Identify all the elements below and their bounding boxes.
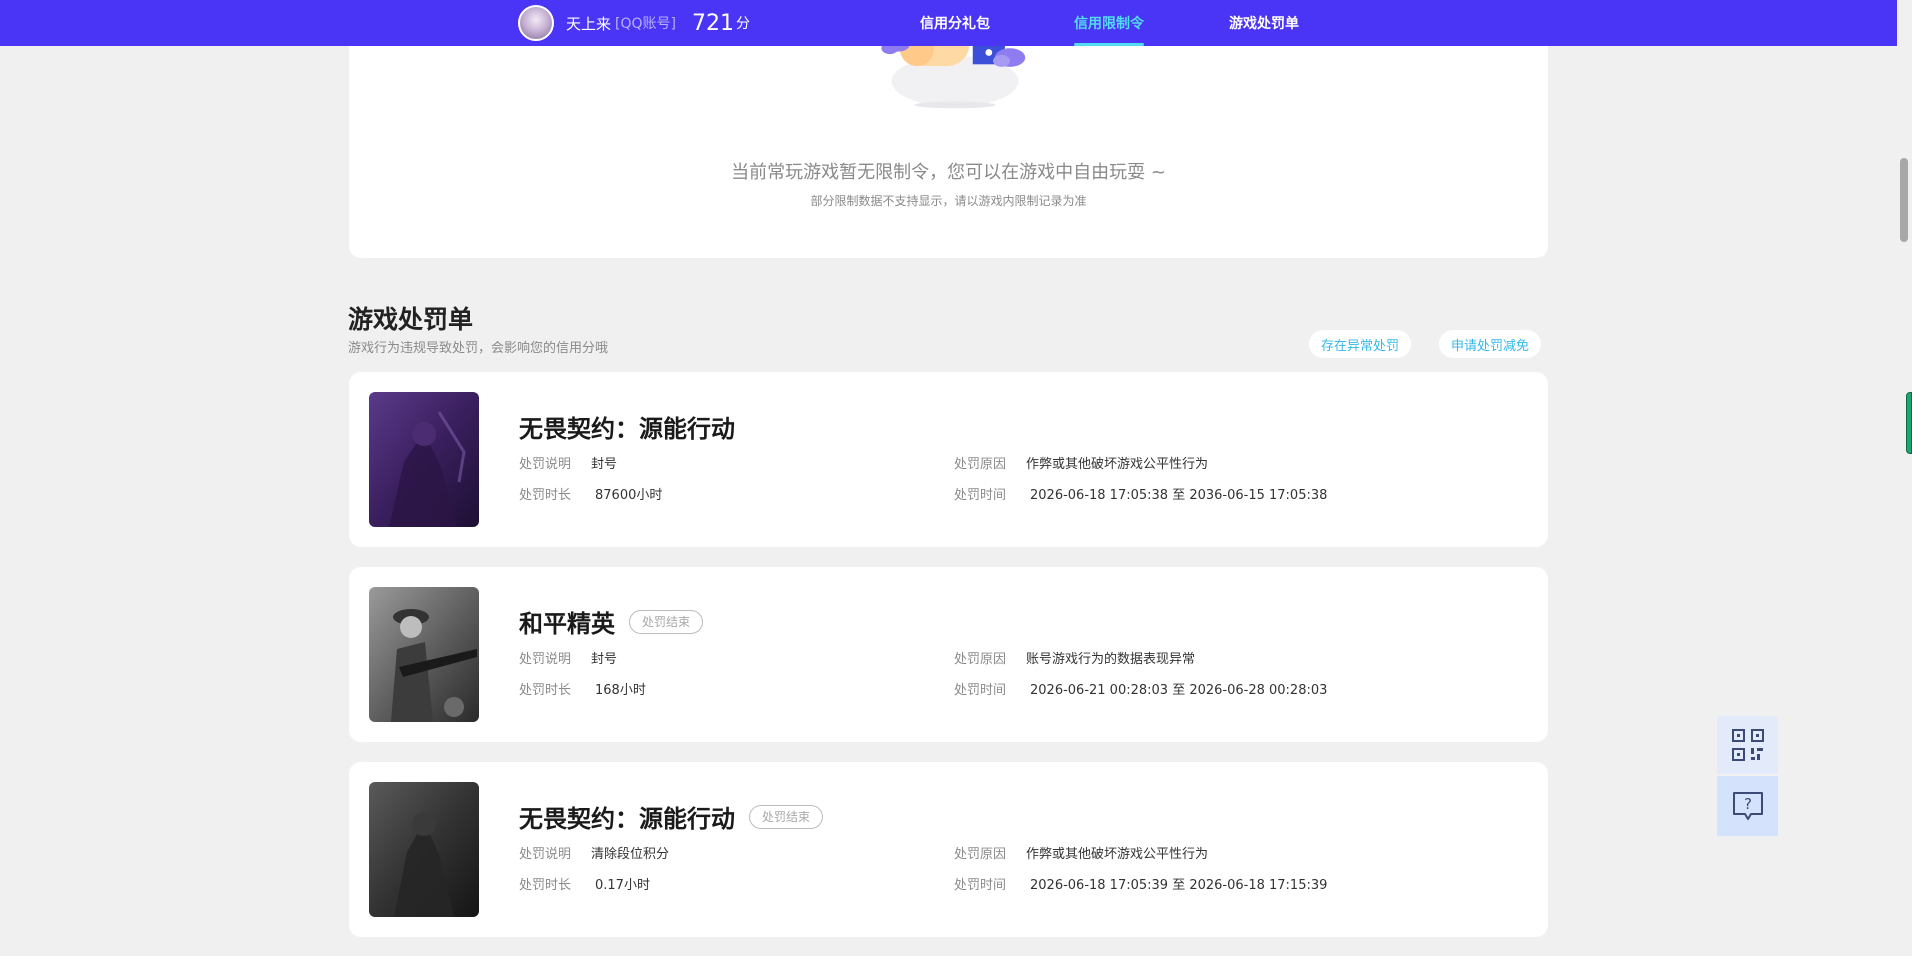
credit-score-unit: 分 — [735, 16, 750, 32]
game-cover-image — [369, 587, 479, 722]
page-scrollbar-track[interactable] — [1897, 0, 1912, 956]
help-chat-icon: ? — [1732, 792, 1763, 820]
tab-credit-restriction[interactable]: 信用限制令 — [1074, 0, 1144, 46]
penalty-desc-label: 处罚说明 — [519, 457, 572, 472]
game-title: 无畏契约：源能行动 — [519, 805, 735, 833]
penalty-time-value: 2026-06-18 17:05:38 至 2036-06-15 17:05:3… — [1030, 488, 1328, 503]
penalty-reason-value: 账号游戏行为的数据表现异常 — [1026, 652, 1196, 667]
game-cover-image — [369, 782, 479, 917]
apply-reduction-button[interactable]: 申请处罚减免 — [1439, 330, 1542, 358]
credit-score: 721 — [691, 10, 734, 36]
penalty-desc-value: 清除段位积分 — [591, 847, 670, 862]
qr-code-icon — [1731, 729, 1764, 761]
user-name: 天上来 — [566, 14, 612, 33]
top-nav-bar: 天上来 [QQ账号] 721 分 信用分礼包 信用限制令 游戏处罚单 — [0, 0, 1897, 46]
penalty-time-label: 处罚时间 — [954, 878, 1007, 893]
tab-game-penalty[interactable]: 游戏处罚单 — [1229, 0, 1299, 46]
penalty-time-value: 2026-06-18 17:05:39 至 2026-06-18 17:15:3… — [1030, 878, 1328, 893]
penalty-card: 无畏契约：源能行动 处罚结束 处罚说明 清除段位积分 处罚时长 0.17小时 处… — [349, 762, 1548, 937]
penalty-time-label: 处罚时间 — [954, 683, 1007, 698]
empty-restriction-note: 部分限制数据不支持显示，请以游戏内限制记录为准 — [810, 194, 1087, 208]
penalty-duration-label: 处罚时长 — [519, 488, 572, 503]
penalty-desc-value: 封号 — [591, 652, 618, 667]
penalty-duration-value: 168小时 — [595, 683, 646, 698]
penalty-reason-value: 作弊或其他破坏游戏公平性行为 — [1026, 457, 1209, 472]
penalty-desc-label: 处罚说明 — [519, 652, 572, 667]
penalty-reason-label: 处罚原因 — [954, 847, 1007, 862]
user-info: 天上来 [QQ账号] 721 分 — [566, 0, 750, 46]
account-type: [QQ账号] — [615, 16, 676, 32]
game-name: 无畏契约：源能行动 处罚结束 — [519, 799, 824, 834]
penalty-section-subtitle: 游戏行为违规导致处罚，会影响您的信用分哦 — [348, 341, 609, 356]
page-scrollbar-thumb[interactable] — [1900, 158, 1908, 242]
penalty-duration-label: 处罚时长 — [519, 683, 572, 698]
penalty-desc-value: 封号 — [591, 457, 618, 472]
abnormal-penalty-button[interactable]: 存在异常处罚 — [1309, 330, 1412, 358]
penalty-card: 和平精英 处罚结束 处罚说明 封号 处罚时长 168小时 处罚原因 账号游戏行为… — [349, 567, 1548, 742]
penalty-time-label: 处罚时间 — [954, 488, 1007, 503]
help-feedback-button[interactable]: ? — [1717, 776, 1778, 836]
status-badge: 处罚结束 — [749, 804, 824, 829]
empty-restriction-message: 当前常玩游戏暂无限制令，您可以在游戏中自由玩耍 ~ — [731, 162, 1166, 183]
qr-code-button[interactable] — [1717, 716, 1778, 774]
penalty-reason-value: 作弊或其他破坏游戏公平性行为 — [1026, 847, 1209, 862]
game-cover-image — [369, 392, 479, 527]
penalty-duration-value: 0.17小时 — [595, 878, 650, 893]
penalty-time-value: 2026-06-21 00:28:03 至 2026-06-28 00:28:0… — [1030, 683, 1328, 698]
penalty-reason-label: 处罚原因 — [954, 457, 1007, 472]
game-name: 无畏契约：源能行动 — [519, 409, 735, 444]
avatar[interactable] — [518, 5, 554, 41]
restriction-card — [349, 0, 1548, 258]
penalty-card: 无畏契约：源能行动 处罚说明 封号 处罚时长 87600小时 处罚原因 作弊或其… — [349, 372, 1548, 547]
penalty-desc-label: 处罚说明 — [519, 847, 572, 862]
svg-text:?: ? — [1744, 795, 1752, 813]
game-title: 和平精英 — [519, 610, 615, 638]
penalty-section-title: 游戏处罚单 — [348, 305, 474, 334]
penalty-reason-label: 处罚原因 — [954, 652, 1007, 667]
penalty-duration-value: 87600小时 — [595, 488, 663, 503]
game-name: 和平精英 处罚结束 — [519, 604, 704, 639]
penalty-duration-label: 处罚时长 — [519, 878, 572, 893]
side-edge-tab[interactable] — [1906, 392, 1912, 454]
game-title: 无畏契约：源能行动 — [519, 415, 735, 443]
status-badge: 处罚结束 — [629, 609, 704, 634]
tab-credit-gift[interactable]: 信用分礼包 — [920, 0, 990, 46]
